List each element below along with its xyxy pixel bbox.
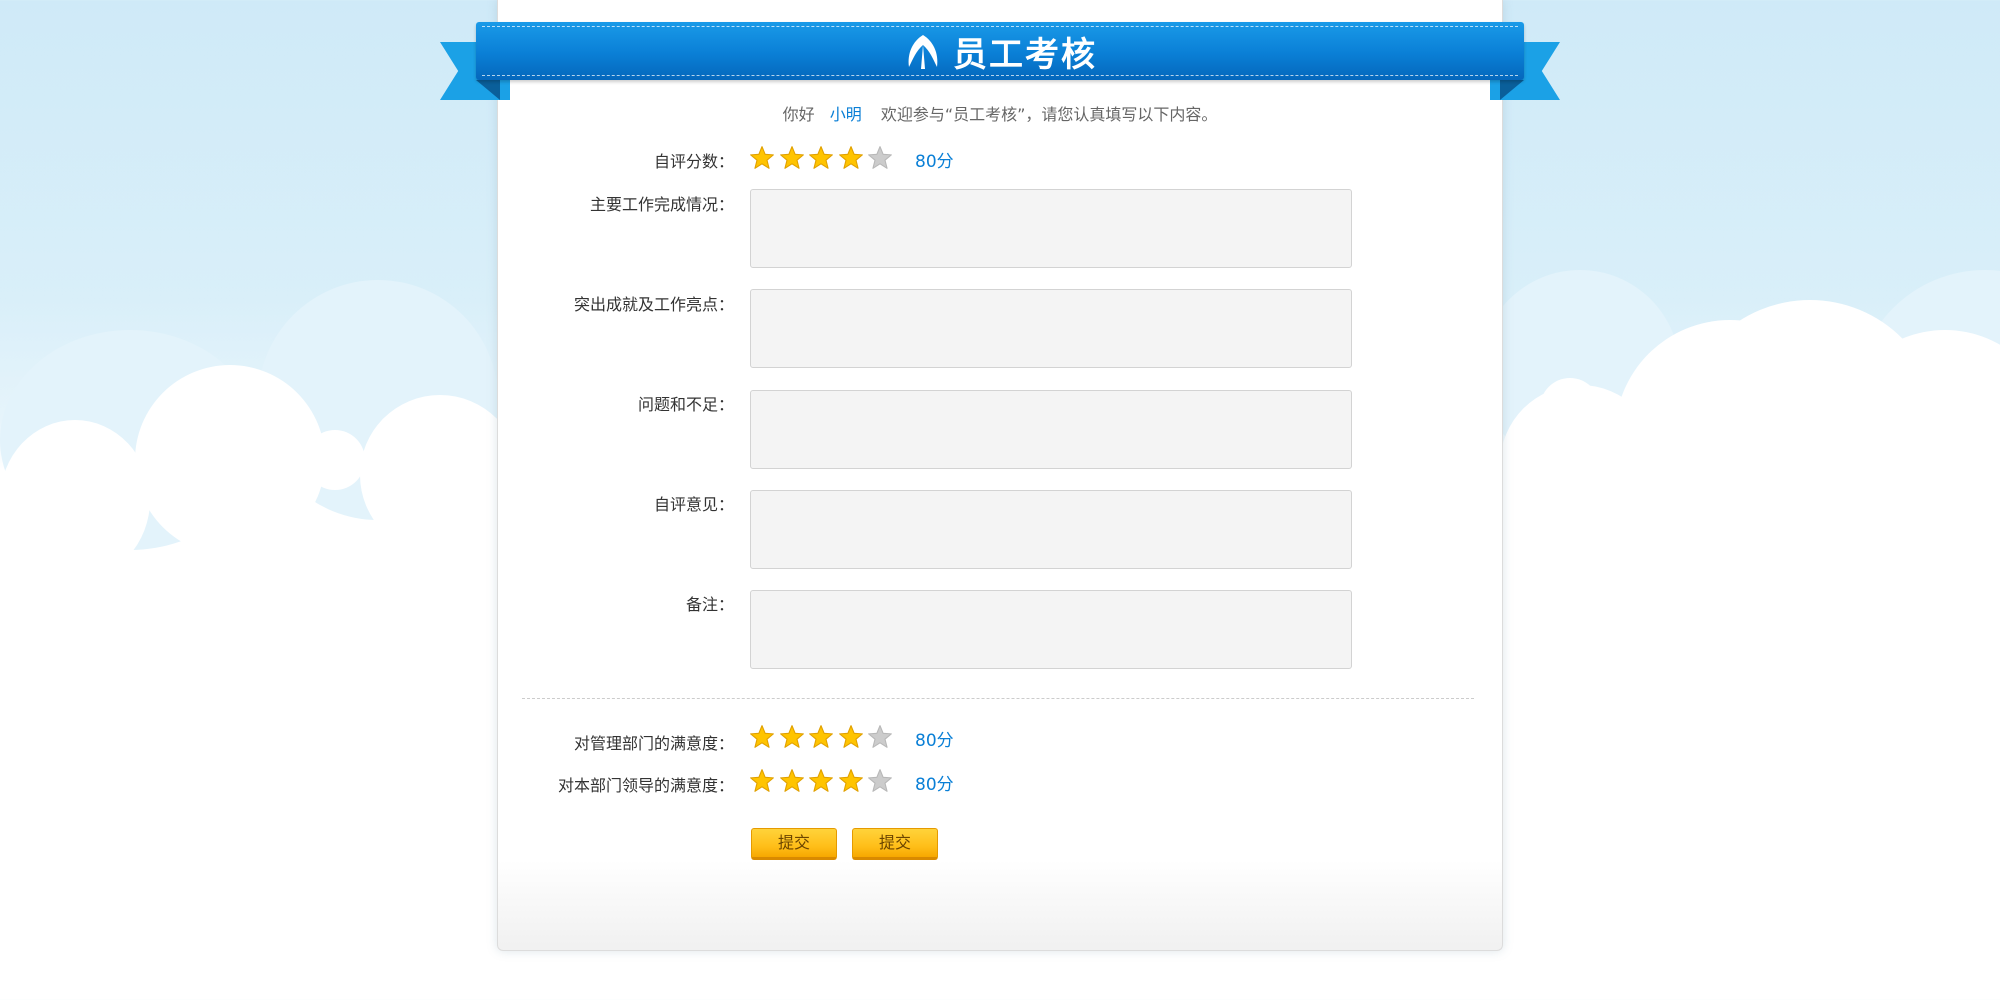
greeting-message: 欢迎参与“员工考核”，请您认真填写以下内容。 (880, 105, 1218, 124)
star-filled-icon[interactable] (779, 145, 805, 171)
star-filled-icon[interactable] (808, 724, 834, 750)
self-comment-textarea[interactable] (750, 490, 1352, 569)
submit-button[interactable]: 提交 (751, 828, 837, 860)
satisfaction-label-management: 对管理部门的满意度： (573, 734, 734, 753)
star-filled-icon[interactable] (838, 145, 864, 171)
satisfaction-stars-leader[interactable] (749, 768, 897, 794)
field-label-main-work: 主要工作完成情况： (589, 195, 734, 214)
star-empty-icon[interactable] (867, 768, 893, 794)
satisfaction-stars-management[interactable] (749, 724, 897, 750)
star-filled-icon[interactable] (749, 724, 775, 750)
field-label-remarks: 备注： (685, 595, 734, 614)
satisfaction-score-management: 80分 (915, 731, 954, 751)
self-score-value: 80分 (915, 152, 954, 172)
greeting-line: 你好 小明 欢迎参与“员工考核”，请您认真填写以下内容。 (0, 101, 2000, 125)
self-score-stars[interactable] (749, 145, 897, 171)
star-filled-icon[interactable] (838, 768, 864, 794)
main-work-textarea[interactable] (750, 189, 1352, 268)
header-ribbon: 员工考核 (476, 22, 1524, 80)
field-label-self-comment: 自评意见： (653, 495, 734, 514)
star-filled-icon[interactable] (779, 724, 805, 750)
star-empty-icon[interactable] (867, 145, 893, 171)
star-filled-icon[interactable] (808, 145, 834, 171)
field-label-problems: 问题和不足： (637, 395, 734, 414)
user-name: 小明 (829, 105, 862, 124)
submit-button-secondary[interactable]: 提交 (852, 828, 938, 860)
star-filled-icon[interactable] (749, 145, 775, 171)
field-label-achievements: 突出成就及工作亮点： (573, 295, 734, 314)
star-filled-icon[interactable] (808, 768, 834, 794)
star-filled-icon[interactable] (838, 724, 864, 750)
greeting-prefix: 你好 (782, 105, 815, 124)
achievements-textarea[interactable] (750, 289, 1352, 368)
assessment-card (497, 0, 1503, 951)
page-title: 员工考核 (953, 34, 1097, 75)
satisfaction-label-leader: 对本部门领导的满意度： (557, 776, 734, 795)
remarks-textarea[interactable] (750, 590, 1352, 669)
problems-textarea[interactable] (750, 390, 1352, 469)
header-title-group: 员工考核 (476, 22, 1524, 80)
section-divider (522, 698, 1474, 699)
star-filled-icon[interactable] (779, 768, 805, 794)
leaf-logo-icon (908, 35, 938, 69)
satisfaction-score-leader: 80分 (915, 775, 954, 795)
star-filled-icon[interactable] (749, 768, 775, 794)
self-score-label: 自评分数： (653, 152, 734, 171)
star-empty-icon[interactable] (867, 724, 893, 750)
